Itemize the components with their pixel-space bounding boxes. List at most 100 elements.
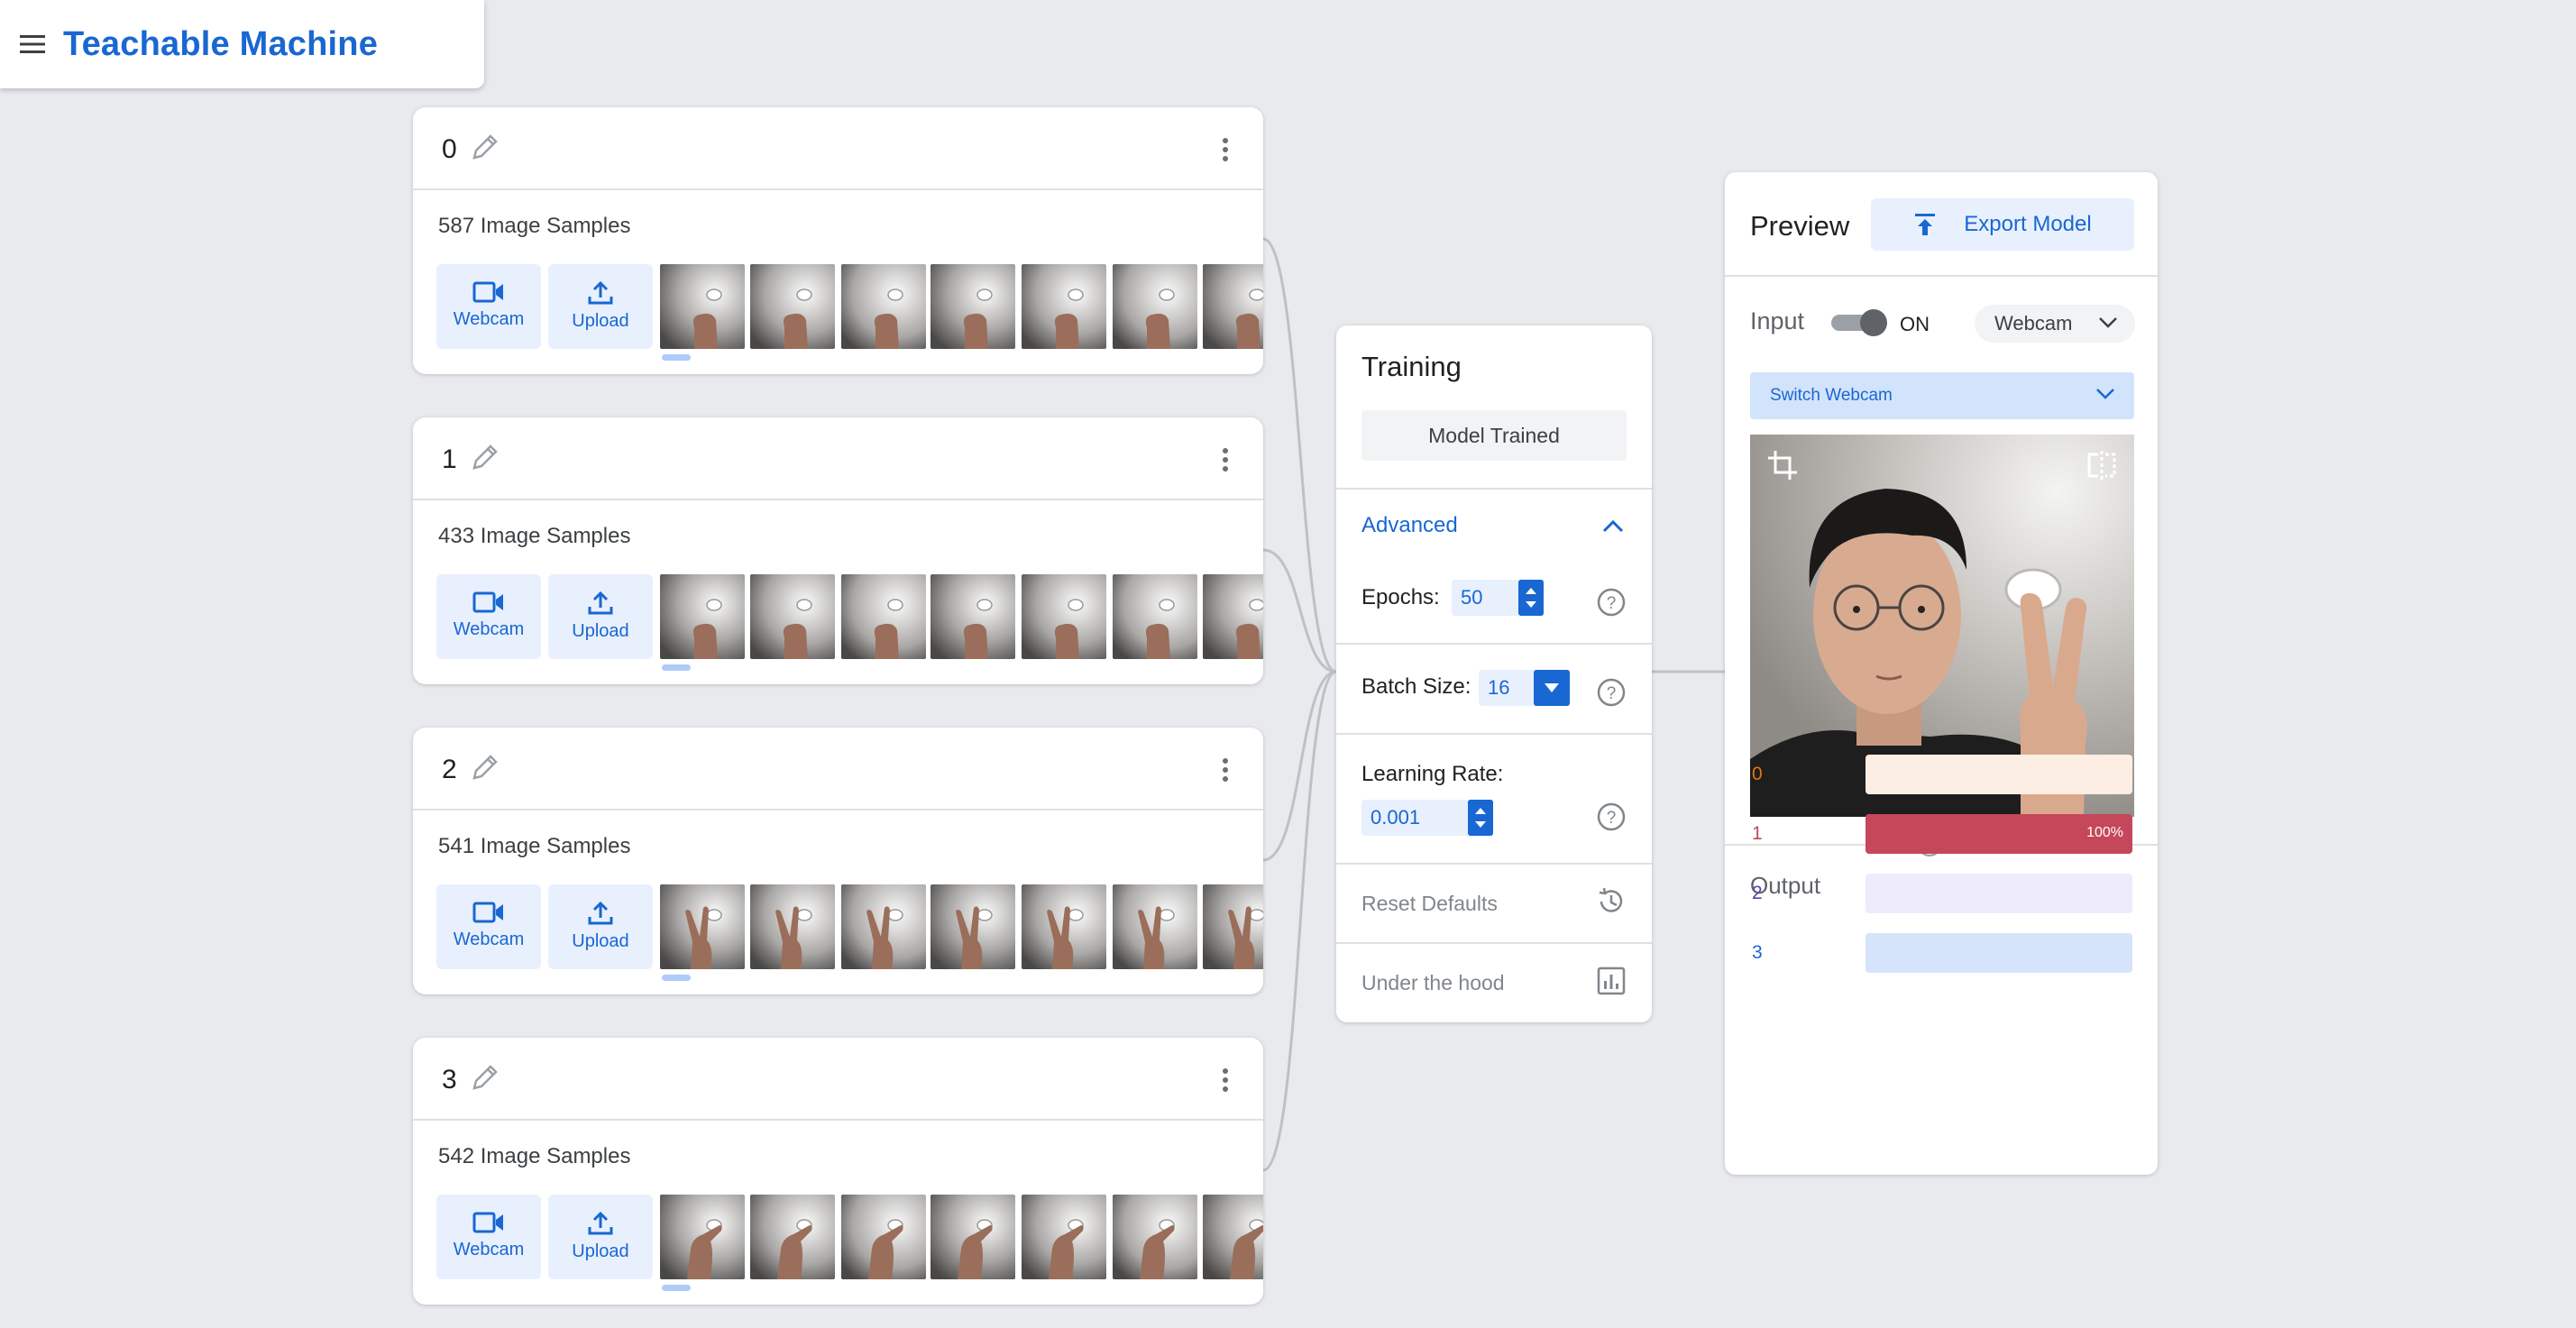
epochs-input[interactable]: 50: [1452, 580, 1520, 616]
upload-button[interactable]: Upload: [548, 884, 653, 969]
advanced-toggle[interactable]: Advanced: [1361, 513, 1458, 538]
sample-thumbnail[interactable]: [930, 264, 1015, 349]
sample-thumbnail[interactable]: [1203, 574, 1263, 659]
edit-pencil-icon[interactable]: [469, 131, 501, 163]
output-class-name: 3: [1752, 942, 1763, 963]
chevron-up-icon[interactable]: [1600, 513, 1627, 540]
chevron-down-icon: [2096, 389, 2114, 399]
bar-chart-icon[interactable]: [1596, 966, 1627, 996]
webcam-label: Webcam: [453, 619, 525, 639]
sample-thumbnail[interactable]: [841, 264, 926, 349]
help-icon[interactable]: ?: [1596, 801, 1627, 832]
more-options-icon[interactable]: [1216, 133, 1234, 167]
upload-button[interactable]: Upload: [548, 1195, 653, 1279]
divider: [1336, 942, 1652, 944]
flip-icon[interactable]: [2084, 447, 2120, 483]
sample-thumbnail[interactable]: [660, 264, 745, 349]
webcam-button[interactable]: Webcam: [436, 574, 541, 659]
upload-icon: [588, 280, 613, 305]
sample-thumbnail[interactable]: [1022, 1195, 1106, 1279]
sample-thumbnail[interactable]: [750, 574, 835, 659]
thumbnail-scrollbar[interactable]: [662, 664, 691, 671]
sample-thumbnail[interactable]: [1113, 884, 1197, 969]
learning-rate-input[interactable]: 0.001: [1361, 800, 1473, 836]
edit-pencil-icon[interactable]: [469, 1061, 501, 1094]
input-source-select[interactable]: Webcam: [1975, 305, 2135, 343]
sample-thumbnail[interactable]: [1022, 264, 1106, 349]
input-toggle[interactable]: [1831, 309, 1887, 336]
menu-icon[interactable]: [16, 28, 49, 60]
confidence-bar: [1866, 933, 2132, 973]
train-model-button[interactable]: Model Trained: [1361, 410, 1627, 461]
edit-pencil-icon[interactable]: [469, 751, 501, 783]
sample-thumbnail[interactable]: [1022, 884, 1106, 969]
sample-thumbnail[interactable]: [1022, 574, 1106, 659]
webcam-button[interactable]: Webcam: [436, 884, 541, 969]
thumbnail-scrollbar[interactable]: [662, 354, 691, 361]
sample-thumbnail[interactable]: [930, 1195, 1015, 1279]
sample-thumbnails: [660, 1195, 1263, 1279]
upload-icon: [1915, 214, 1936, 235]
divider: [1336, 643, 1652, 645]
sample-thumbnail[interactable]: [1203, 1195, 1263, 1279]
help-icon[interactable]: ?: [1596, 677, 1627, 708]
chevron-down-icon[interactable]: [1534, 670, 1570, 706]
more-options-icon[interactable]: [1216, 1063, 1234, 1097]
thumbnail-scrollbar[interactable]: [662, 1285, 691, 1291]
learning-rate-stepper[interactable]: [1468, 800, 1493, 836]
more-options-icon[interactable]: [1216, 443, 1234, 477]
webcam-label: Webcam: [453, 1240, 525, 1259]
class-card-header: 2: [413, 728, 1263, 811]
edit-pencil-icon[interactable]: [469, 441, 501, 473]
webcam-button[interactable]: Webcam: [436, 1195, 541, 1279]
upload-button[interactable]: Upload: [548, 574, 653, 659]
export-model-button[interactable]: Export Model: [1871, 198, 2134, 251]
sample-count: 541 Image Samples: [438, 834, 631, 858]
sample-thumbnail[interactable]: [930, 574, 1015, 659]
app-title[interactable]: Teachable Machine: [63, 25, 378, 64]
sample-thumbnail[interactable]: [660, 884, 745, 969]
sample-thumbnail[interactable]: [930, 884, 1015, 969]
thumbnail-scrollbar[interactable]: [662, 975, 691, 981]
divider: [1336, 863, 1652, 865]
sample-thumbnail[interactable]: [841, 884, 926, 969]
sample-thumbnail[interactable]: [1113, 1195, 1197, 1279]
class-name[interactable]: 0: [442, 134, 457, 165]
sample-thumbnail[interactable]: [660, 574, 745, 659]
webcam-button[interactable]: Webcam: [436, 264, 541, 349]
upload-label: Upload: [572, 311, 629, 331]
sample-thumbnail[interactable]: [841, 1195, 926, 1279]
class-name[interactable]: 2: [442, 755, 457, 785]
divider: [1336, 488, 1652, 490]
crop-icon[interactable]: [1765, 447, 1801, 483]
class-card-header: 3: [413, 1038, 1263, 1121]
sample-count: 433 Image Samples: [438, 524, 631, 548]
sample-thumbnails: [660, 884, 1263, 969]
switch-webcam-label: Switch Webcam: [1770, 386, 1893, 405]
training-title: Training: [1361, 351, 1462, 382]
sample-thumbnail[interactable]: [1113, 264, 1197, 349]
sample-thumbnail[interactable]: [750, 884, 835, 969]
under-the-hood-button[interactable]: Under the hood: [1361, 971, 1505, 995]
preview-title: Preview: [1750, 210, 1850, 242]
class-name[interactable]: 1: [442, 444, 457, 475]
upload-button[interactable]: Upload: [548, 264, 653, 349]
video-camera-icon: [472, 1212, 503, 1233]
sample-thumbnail[interactable]: [841, 574, 926, 659]
upload-icon: [588, 1211, 613, 1235]
input-source-value: Webcam: [1994, 312, 2073, 334]
sample-thumbnail[interactable]: [750, 1195, 835, 1279]
sample-thumbnail[interactable]: [1203, 884, 1263, 969]
more-options-icon[interactable]: [1216, 753, 1234, 787]
output-row: 1 100%: [1750, 814, 2134, 854]
class-name[interactable]: 3: [442, 1065, 457, 1095]
sample-thumbnail[interactable]: [1203, 264, 1263, 349]
history-icon[interactable]: [1596, 886, 1627, 917]
switch-webcam-select[interactable]: Switch Webcam: [1750, 372, 2134, 419]
sample-thumbnail[interactable]: [1113, 574, 1197, 659]
help-icon[interactable]: ?: [1596, 587, 1627, 618]
epochs-stepper[interactable]: [1518, 580, 1544, 616]
reset-defaults-button[interactable]: Reset Defaults: [1361, 892, 1498, 916]
sample-thumbnail[interactable]: [660, 1195, 745, 1279]
sample-thumbnail[interactable]: [750, 264, 835, 349]
